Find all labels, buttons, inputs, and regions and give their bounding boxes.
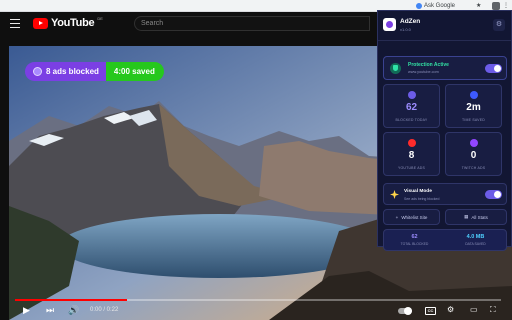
popup-version: v1.0.0 [400, 27, 411, 32]
all-stats-button[interactable]: ▦ All Stats [445, 209, 507, 225]
stat-label: TWITCH ADS [461, 166, 486, 170]
protection-status: Protection Active [408, 62, 449, 68]
screen: Ask Google ★ ⋮ YouTube DE Search 8 ads b… [0, 0, 512, 320]
whitelist-site-button[interactable]: + Whitelist Site [383, 209, 440, 225]
volume-icon[interactable]: 🔊 [68, 305, 79, 316]
stat-value: 62 [405, 102, 418, 113]
sparkle-icon [390, 190, 399, 199]
ads-blocked-badge: 8 ads blocked [25, 62, 106, 81]
youtube-logo[interactable]: YouTube DE [33, 15, 103, 29]
stat-time-saved: 2m TIME SAVED [445, 84, 502, 128]
stat-label: BLOCKED TODAY [395, 118, 428, 122]
miniplayer-icon[interactable]: ▭ [470, 305, 478, 314]
ask-google-button[interactable]: Ask Google [416, 2, 472, 10]
captions-button[interactable]: CC [425, 307, 436, 315]
shield-icon [408, 91, 416, 99]
clock-icon [470, 91, 478, 99]
youtube-country-code: DE [97, 15, 103, 21]
shield-check-icon [390, 63, 401, 74]
all-stats-label: All Stats [471, 214, 488, 220]
video-time: 0:00 / 0:22 [90, 307, 119, 313]
twitch-icon [470, 139, 478, 147]
data-saved-summary: 4.0 MB DATA SAVED [445, 234, 506, 246]
summary-card: 62 TOTAL BLOCKED 4.0 MB DATA SAVED [383, 229, 507, 251]
chart-icon: ▦ [464, 214, 469, 219]
ask-google-label: Ask Google [424, 3, 456, 9]
adzen-popup: AdZen v1.0.0 ⚙ Protection Active www.you… [377, 10, 512, 251]
time-saved-badge: 4:00 saved [105, 62, 164, 81]
stat-label: YOUTUBE ADS [397, 166, 426, 170]
search-input[interactable]: Search [134, 16, 370, 31]
total-blocked-summary: 62 TOTAL BLOCKED [384, 234, 445, 246]
stat-youtube-ads: 8 YOUTUBE ADS [383, 132, 440, 176]
total-blocked-label: TOTAL BLOCKED [400, 242, 429, 246]
autoplay-toggle[interactable] [398, 307, 412, 315]
protection-toggle[interactable] [485, 64, 502, 73]
stat-twitch-ads: 0 TWITCH ADS [445, 132, 502, 176]
browser-menu-icon[interactable]: ⋮ [503, 2, 509, 10]
data-saved-value: 4.0 MB [466, 234, 485, 240]
video-progress-fill [15, 299, 127, 301]
plus-icon: + [395, 214, 399, 220]
player-controls: ▶ ⏭ 🔊 0:00 / 0:22 CC ⚙ ▭ ⛶ [0, 302, 512, 320]
data-saved-label: DATA SAVED [465, 242, 486, 246]
fullscreen-icon[interactable]: ⛶ [490, 305, 496, 315]
visual-mode-title: Visual Mode [404, 189, 432, 194]
popup-title: AdZen [400, 18, 421, 25]
stat-value: 8 [408, 150, 415, 161]
visual-mode-card: Visual Mode See ads being blocked [383, 183, 507, 205]
protection-domain: www.youtube.com [408, 70, 439, 74]
total-blocked-value: 62 [411, 234, 418, 240]
stat-blocked-today: 62 BLOCKED TODAY [383, 84, 440, 128]
next-icon[interactable]: ⏭ [46, 305, 54, 316]
google-icon [416, 3, 422, 9]
shield-icon [33, 67, 42, 76]
stat-value: 2m [466, 102, 481, 113]
extension-icon[interactable] [492, 2, 500, 10]
visual-mode-toggle[interactable] [485, 190, 502, 199]
youtube-logo-text: YouTube [51, 17, 95, 29]
stat-label: TIME SAVED [462, 118, 485, 122]
ads-blocked-text: 8 ads blocked [46, 67, 99, 76]
ads-blocked-overlay: 8 ads blocked 4:00 saved [25, 62, 164, 81]
settings-gear-icon[interactable]: ⚙ [447, 305, 454, 314]
visual-mode-description: See ads being blocked [404, 197, 440, 201]
video-progress-bar[interactable] [15, 299, 501, 301]
stat-value: 0 [470, 150, 477, 161]
youtube-icon [408, 139, 416, 147]
play-icon[interactable]: ▶ [23, 305, 30, 316]
adzen-logo-icon [383, 18, 396, 31]
popup-header: AdZen v1.0.0 ⚙ [378, 11, 511, 41]
settings-gear-icon[interactable]: ⚙ [493, 19, 505, 31]
whitelist-site-label: Whitelist Site [401, 214, 428, 220]
hamburger-menu-icon[interactable] [10, 19, 20, 28]
protection-card: Protection Active www.youtube.com [383, 56, 507, 80]
youtube-play-icon [33, 17, 48, 29]
time-saved-text: 4:00 saved [113, 67, 155, 76]
bookmark-star-icon[interactable]: ★ [476, 2, 484, 10]
